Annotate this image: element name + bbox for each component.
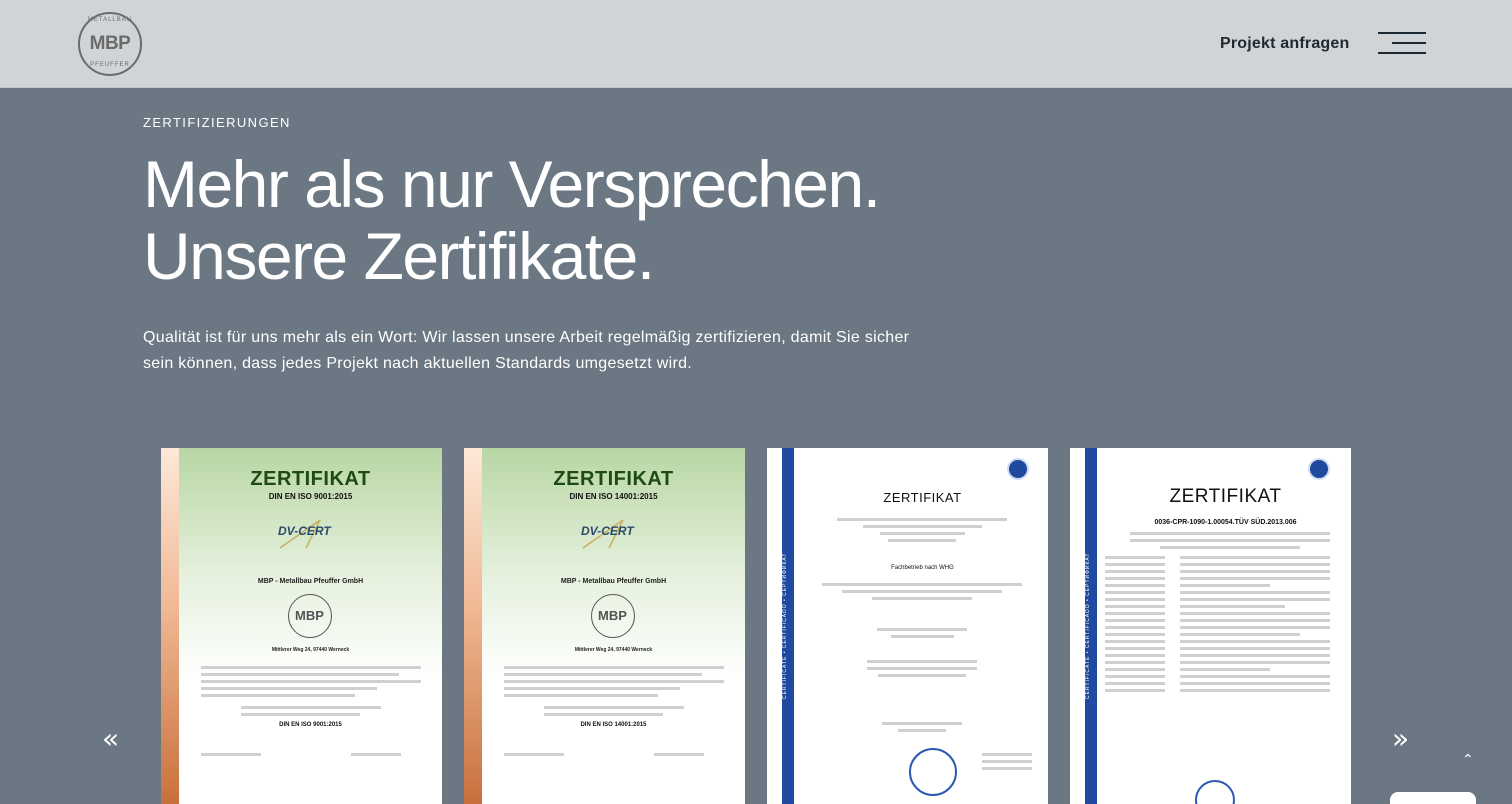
certificate-norm: DIN EN ISO 14001:2015 xyxy=(569,492,658,501)
mbp-seal-icon: MBP xyxy=(591,594,635,638)
tuv-logo-icon xyxy=(1308,458,1330,480)
section-headline: Mehr als nur Versprechen. Unsere Zertifi… xyxy=(143,148,1043,292)
certificate-subtitle: 0036-CPR-1090-1.00054.TÜV SÜD.2013.006 xyxy=(1154,519,1297,526)
scroll-to-top-icon[interactable]: ⌃ xyxy=(1462,752,1474,768)
chevron-double-right-icon[interactable]: » xyxy=(1392,722,1409,755)
logo-arc-top: METALLBAU xyxy=(87,17,133,23)
certificate-subtitle: Fachbetrieb nach WHG xyxy=(891,565,954,571)
certificate-company: MBP - Metallbau Pfeuffer GmbH xyxy=(560,578,667,585)
certificate-norm: DIN EN ISO 9001:2015 xyxy=(268,492,353,501)
certificate-card-iso14001[interactable]: ZERTIFIKAT DIN EN ISO 14001:2015 DV-CERT… xyxy=(464,448,745,804)
chat-widget[interactable] xyxy=(1390,792,1476,804)
certificate-norm-footer: DIN EN ISO 14001:2015 xyxy=(580,722,647,728)
hamburger-menu-icon[interactable] xyxy=(1378,32,1426,54)
certificate-company: MBP - Metallbau Pfeuffer GmbH xyxy=(257,578,364,585)
headline-line-2: Unsere Zertifikate. xyxy=(143,219,655,293)
chevron-double-left-icon[interactable]: « xyxy=(102,722,119,755)
section-eyebrow: ZERTIFIZIERUNGEN xyxy=(143,115,291,130)
logo-wordmark: MBP xyxy=(89,33,131,54)
project-request-link[interactable]: Projekt anfragen xyxy=(1220,35,1349,53)
logo-arc-bottom: PFEUFFER xyxy=(90,62,130,68)
mbp-logo[interactable]: METALLBAU MBP PFEUFFER xyxy=(78,12,142,76)
certificate-address: Mittlerer Weg 24, 97440 Werneck xyxy=(271,647,350,653)
site-header: METALLBAU MBP PFEUFFER Projekt anfragen xyxy=(0,0,1512,88)
tuv-seal-icon xyxy=(909,748,957,796)
section-intro: Qualität ist für uns mehr als ein Wort: … xyxy=(143,329,910,372)
dv-cert-logo: DV-CERT xyxy=(276,518,336,552)
mbp-seal-icon: MBP xyxy=(288,594,332,638)
certificate-title: ZERTIFIKAT xyxy=(1169,486,1282,507)
certificate-title: ZERTIFIKAT xyxy=(553,468,674,490)
certificate-norm-footer: DIN EN ISO 9001:2015 xyxy=(279,722,342,728)
tuv-logo-icon xyxy=(1007,458,1029,480)
tuv-seal-icon xyxy=(1195,780,1235,804)
certificate-title: ZERTIFIKAT xyxy=(883,490,962,505)
certificate-title: ZERTIFIKAT xyxy=(250,468,371,490)
dv-cert-logo: DV-CERT xyxy=(579,518,639,552)
certificate-card-cpr[interactable]: CERTIFICATE • CERTIFICADO • CEPTИФИКAT Z… xyxy=(1070,448,1351,804)
certificate-address: Mittlerer Weg 24, 97440 Werneck xyxy=(574,647,653,653)
certificate-card-iso9001[interactable]: ZERTIFIKAT DIN EN ISO 9001:2015 DV-CERT … xyxy=(161,448,442,804)
headline-line-1: Mehr als nur Versprechen. xyxy=(143,147,881,221)
certificate-card-whg[interactable]: CERTIFICATE • CERTIFICADO • CEPTИФИКAT Z… xyxy=(767,448,1048,804)
